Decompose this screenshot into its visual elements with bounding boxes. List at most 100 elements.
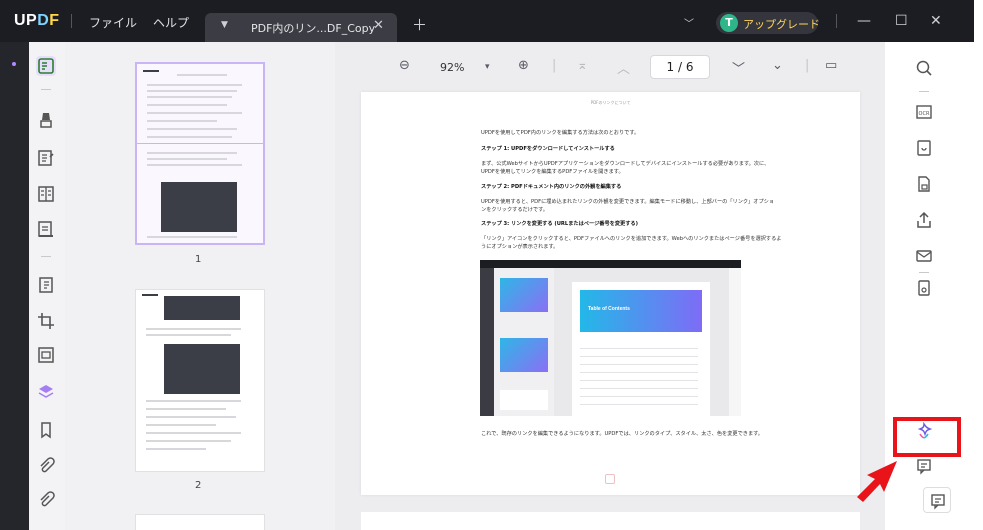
next-page-icon[interactable]: ﹀ [732, 58, 745, 77]
zoom-toolbar: ⊖ 92% ▾ ⊕ | ⌅ ︿ 1 / 6 ﹀ ⌄ | ▭ [335, 42, 885, 90]
embedded-line [580, 348, 698, 349]
toolbar-divider [919, 272, 929, 273]
pointer-arrow-icon [857, 461, 897, 502]
thumb-line [146, 424, 216, 426]
updf-window: UPDF ファイル ヘルプ ▼ PDF内のリン...DF_Copy ✕ ＋ ﹀ … [0, 0, 983, 530]
page-thumbnail[interactable] [135, 514, 265, 530]
pdf-page-next[interactable] [361, 512, 860, 530]
thumb-line [147, 120, 217, 122]
menu-file[interactable]: ファイル [89, 14, 137, 31]
thumb-line [147, 136, 232, 138]
thumb-line [146, 408, 226, 410]
thumb-line [147, 236, 237, 238]
organize-pages-icon[interactable] [36, 275, 56, 295]
form-icon[interactable] [36, 184, 56, 204]
highlighter-icon[interactable] [36, 110, 56, 130]
zoom-in-icon[interactable]: ⊕ [518, 58, 529, 73]
embedded-line [580, 372, 698, 373]
outer-margin [974, 0, 983, 530]
last-page-icon[interactable]: ⌄ [772, 58, 783, 73]
minimize-icon[interactable]: — [857, 13, 871, 29]
thumb-image [164, 296, 240, 320]
convert-icon[interactable] [914, 138, 934, 158]
embedded-line [580, 356, 698, 357]
edit-pdf-icon[interactable] [36, 148, 56, 168]
tab-dropdown-icon[interactable]: ▼ [221, 20, 228, 30]
embedded-screenshot: Table of Contents [480, 260, 741, 416]
protect-icon[interactable] [914, 174, 934, 194]
thumb-line [146, 416, 236, 418]
embedded-banner: Table of Contents [580, 290, 702, 332]
body-text: うにオプションが表示されます。 [481, 244, 559, 250]
chat-button[interactable] [923, 487, 951, 513]
embedded-right-tools [729, 268, 741, 416]
thumbnail-panel: 1 2 [65, 42, 335, 530]
page-number-label: 2 [195, 480, 202, 491]
thumb-line [147, 128, 237, 130]
share-icon[interactable] [914, 210, 934, 230]
embedded-rail [480, 268, 494, 416]
redact-icon[interactable] [36, 345, 56, 365]
new-tab-icon[interactable]: ＋ [412, 14, 427, 35]
page-number-label: 1 [195, 254, 202, 265]
save-icon[interactable] [914, 278, 934, 298]
layers-icon[interactable] [36, 382, 56, 402]
toolbar-divider [919, 91, 929, 92]
thumb-line [147, 96, 232, 98]
presentation-icon[interactable]: ▭ [825, 58, 837, 73]
document-viewer: ⊖ 92% ▾ ⊕ | ⌅ ︿ 1 / 6 ﹀ ⌄ | ▭ PDFのリンクについ… [335, 42, 885, 530]
thumb-line [147, 90, 237, 92]
toolbar-divider [41, 256, 51, 257]
thumb-image [161, 182, 237, 232]
embedded-line [580, 396, 698, 397]
chevron-down-icon[interactable]: ﹀ [684, 15, 694, 30]
menu-help[interactable]: ヘルプ [153, 14, 189, 31]
first-page-icon[interactable]: ⌅ [577, 58, 588, 73]
zoom-out-icon[interactable]: ⊖ [399, 58, 410, 73]
crop-icon[interactable] [36, 311, 56, 331]
body-text: 「リンク」アイコンをクリックすると、PDFファイルへのリンクを追加できます。We… [481, 236, 782, 242]
body-text: まず、公式WebサイトからUPDFアプリケーションをダウンロードしてデバイスにイ… [481, 161, 770, 167]
tab-close-icon[interactable]: ✕ [373, 18, 384, 33]
upgrade-label: アップグレード [743, 18, 820, 31]
search-icon[interactable] [914, 58, 934, 78]
previous-page-icon[interactable]: ︿ [617, 58, 630, 77]
page-thumbnail[interactable] [135, 62, 265, 245]
zoom-level[interactable]: 92% [440, 61, 464, 74]
embedded-line [580, 388, 698, 389]
page-number-input[interactable]: 1 / 6 [650, 55, 710, 79]
step-heading: ステップ 3: リンクを変更する (URLまたはページ番号を変更する) [481, 221, 638, 227]
tab-title: PDF内のリン...DF_Copy [251, 22, 376, 35]
email-icon[interactable] [914, 246, 934, 266]
window-close-icon[interactable]: ✕ [930, 13, 942, 29]
thumb-image [164, 344, 240, 394]
page-header: PDFのリンクについて [590, 100, 631, 105]
ocr-icon[interactable]: OCR [914, 102, 934, 122]
step-heading: ステップ 2: PDFドキュメント内のリンクの外観を編集する [481, 184, 622, 190]
pdf-page[interactable]: PDFのリンクについて UPDFを使用してPDF内のリンクを編集する方法は次のと… [361, 92, 860, 495]
attachment-icon[interactable] [36, 456, 56, 476]
document-tab[interactable]: ▼ PDF内のリン...DF_Copy ✕ [205, 13, 397, 42]
comment-icon[interactable] [914, 456, 934, 476]
thumb-logo [142, 294, 158, 296]
upgrade-button[interactable]: T アップグレード [716, 12, 820, 34]
thumb-line [147, 112, 242, 114]
embedded-page: Table of Contents [572, 282, 710, 416]
highlight-box [893, 417, 961, 457]
zoom-dropdown-icon[interactable]: ▾ [485, 62, 490, 72]
body-text: UPDFを使用すると、PDFに埋め込まれたリンクの外観を変更できます。編集モード… [481, 199, 775, 205]
toolbar-divider [41, 89, 51, 90]
embedded-line [580, 404, 698, 405]
fill-sign-icon[interactable] [36, 219, 56, 239]
body-text: UPDFを使用してPDF内のリンクを編集する方法は次のとおりです。 [481, 130, 640, 136]
thumb-line [147, 158, 227, 160]
embedded-thumb [500, 338, 548, 372]
page-thumbnail[interactable] [135, 289, 265, 472]
embedded-line [580, 380, 698, 381]
reader-mode-icon[interactable] [36, 56, 56, 76]
attachment-icon[interactable] [36, 490, 56, 510]
bookmark-icon[interactable] [36, 420, 56, 440]
active-indicator [12, 62, 16, 66]
toolbar-divider: | [805, 58, 810, 73]
maximize-icon[interactable]: ☐ [895, 13, 908, 29]
